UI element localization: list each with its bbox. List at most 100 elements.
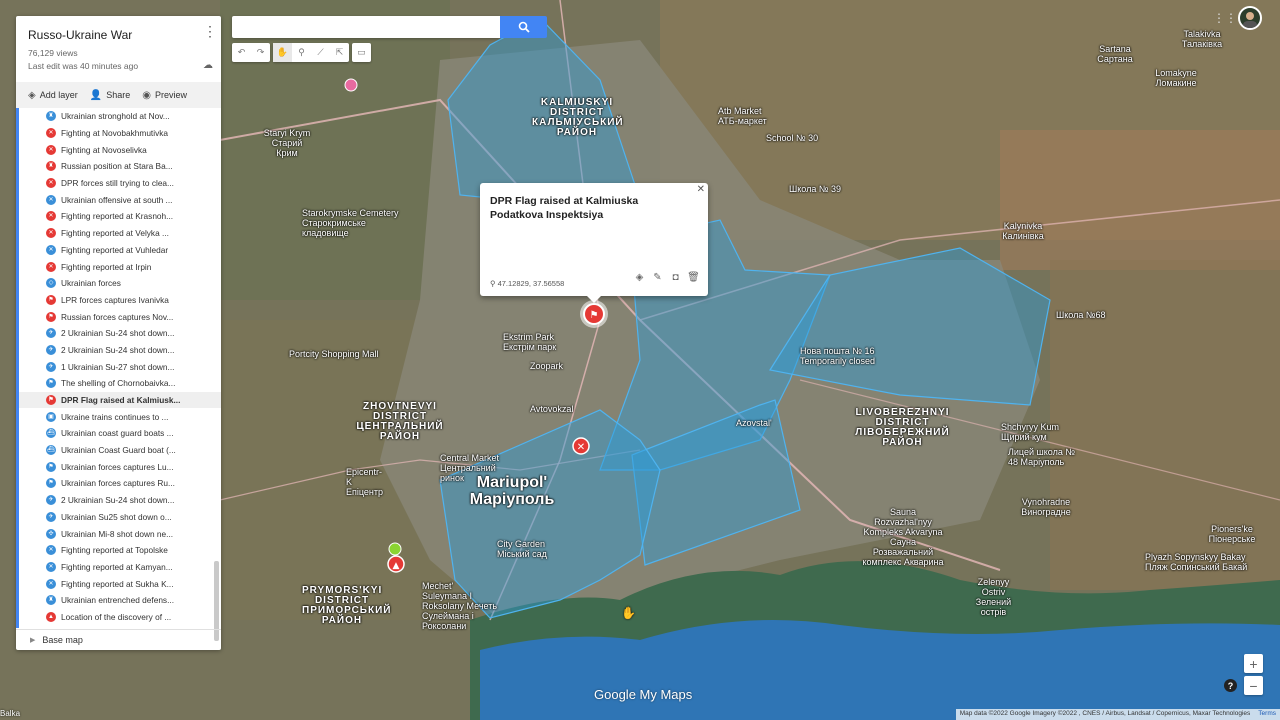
base-map-label: Base map (42, 635, 83, 645)
zoom-in-button[interactable]: + (1244, 654, 1263, 673)
town-label-balka: Balka (0, 709, 21, 718)
delete-trash-icon[interactable]: 🗑 (687, 272, 700, 283)
list-item-label: Fighting reported at Krasnoh... (61, 211, 174, 222)
plane-icon: ✈ (46, 361, 56, 372)
list-item[interactable]: ⚑ Ukrainian forces captures Ru... (19, 475, 221, 492)
add-person-icon: 👤 (89, 89, 103, 101)
list-item[interactable]: ✈ 2 Ukrainian Su-24 shot down... (19, 342, 221, 359)
town-label-talakivka: Talakivka Талаківка (1181, 29, 1223, 49)
panel-header: Russo-Ukraine War 76,129 views Last edit… (16, 16, 221, 82)
search-input[interactable] (232, 16, 500, 38)
poi-label-school-39: Школа № 39 (789, 184, 842, 194)
search-button[interactable] (500, 16, 547, 38)
pink-poi-marker[interactable] (344, 78, 358, 92)
list-item[interactable]: ⛴ Ukrainian Coast Guard boat (... (19, 442, 221, 459)
warning-icon: ▲ (46, 611, 56, 622)
list-item-label: Fighting reported at Velyka ... (61, 228, 169, 239)
list-item[interactable]: ✣ Ukrainian Mi-8 shot down ne... (19, 525, 221, 542)
add-marker-icon[interactable]: ⚲ (292, 43, 311, 62)
list-item[interactable]: ✕ Fighting reported at Irpin (19, 258, 221, 275)
add-layer-button[interactable]: ◈ Add layer (28, 90, 78, 101)
style-paint-bucket-icon[interactable]: ◈ (633, 272, 646, 283)
list-item[interactable]: ✕ Fighting reported at Kamyan... (19, 559, 221, 576)
share-button[interactable]: 👤 Share (90, 90, 130, 101)
list-item[interactable]: ▣ Ukraine trains continues to ... (19, 408, 221, 425)
list-item[interactable]: ✈ 1 Ukrainian Su-27 shot down... (19, 358, 221, 375)
edit-pencil-icon[interactable]: ✎ (651, 272, 664, 283)
info-window-pointer (586, 295, 602, 303)
flag-icon: ⚑ (46, 461, 56, 472)
list-item-label: 2 Ukrainian Su-24 shot down... (61, 328, 175, 339)
directions-icon[interactable]: ⇱ (330, 43, 349, 62)
redo-icon[interactable]: ↷ (251, 43, 270, 62)
list-item[interactable]: ✕ Fighting reported at Velyka ... (19, 225, 221, 242)
list-item[interactable]: ✈ 2 Ukrainian Su-24 shot down... (19, 492, 221, 509)
share-label: Share (106, 90, 131, 100)
crossed-swords-icon: ✕ (46, 228, 56, 239)
map-title[interactable]: Russo-Ukraine War (28, 28, 209, 42)
info-window-title: DPR Flag raised at Kalmiuska Podatkova I… (490, 195, 639, 221)
list-item[interactable]: ⚑ The shelling of Chornobaivka... (19, 375, 221, 392)
pan-hand-icon[interactable]: ✋ (273, 43, 292, 62)
list-item-label: Fighting at Novoselivka (61, 144, 147, 155)
district-label-prymorskyi: PRYMORS'KYI DISTRICT ПРИМОРСЬКИЙ РАЙОН (302, 585, 392, 626)
map-attribution: Map data ©2022 Google Imagery ©2022 , CN… (955, 709, 1280, 720)
boat-icon: ⛴ (46, 445, 56, 456)
close-icon[interactable]: ✕ (697, 184, 705, 195)
list-item[interactable]: ⚑ Ukrainian forces captures Lu... (19, 458, 221, 475)
list-item[interactable]: ♜ Russian position at Stara Ba... (19, 158, 221, 175)
preview-button[interactable]: ◉ Preview (142, 90, 187, 101)
measure-ruler-icon[interactable]: ▭ (352, 43, 371, 62)
list-item-label: 1 Ukrainian Su-27 shot down... (61, 361, 175, 372)
town-label-staryi-krym: Staryi Krym Старий Крим (263, 128, 311, 158)
list-item[interactable]: ◇ Ukrainian forces (19, 275, 221, 292)
list-item[interactable]: ✕ Fighting reported at Vuhledar (19, 242, 221, 259)
camera-icon[interactable]: ◘ (669, 272, 682, 283)
green-marker[interactable] (388, 542, 402, 556)
view-count: 76,129 views (28, 48, 78, 58)
list-item-label: Russian position at Stara Ba... (61, 161, 173, 172)
poi-label-atb-market: Atb Market АТБ-маркет (718, 106, 767, 126)
crossed-swords-icon: ✕ (46, 545, 56, 556)
flag-icon: ⚑ (46, 395, 56, 406)
svg-text:▲: ▲ (393, 561, 400, 571)
list-item[interactable]: ⚑ Russian forces captures Nov... (19, 308, 221, 325)
list-item[interactable]: ⚑ DPR Flag raised at Kalmiusk... (19, 391, 221, 409)
list-item-label: Fighting reported at Topolske (61, 545, 168, 556)
last-edit-status: Last edit was 40 minutes ago (28, 61, 139, 71)
list-item-label: The shelling of Chornobaivka... (61, 378, 176, 389)
fortress-icon: ♜ (46, 595, 56, 606)
list-item[interactable]: ⛴ Ukrainian coast guard boats ... (19, 425, 221, 442)
list-item[interactable]: ✕ Fighting at Novoselivka (19, 141, 221, 158)
layer-item-list[interactable]: ♜ Ukrainian stronghold at Nov... ✕ Fighting… (16, 108, 221, 628)
preview-label: Preview (154, 90, 187, 100)
list-item[interactable]: ✕ Fighting reported at Krasnoh... (19, 208, 221, 225)
crossed-swords-icon: ✕ (46, 244, 56, 255)
list-item[interactable]: ✕ Fighting at Novobakhmutivka (19, 125, 221, 142)
list-item[interactable]: ✕ Ukrainian offensive at south ... (19, 191, 221, 208)
poi-label-school-48: Лицей школа № 48 Маріуполь (1008, 447, 1075, 467)
boat-icon: ⛴ (46, 428, 56, 439)
list-item-label: Ukrainian Coast Guard boat (... (61, 445, 176, 456)
more-options-icon[interactable]: ⋮ (203, 24, 217, 38)
zoom-out-button[interactable]: − (1244, 676, 1263, 695)
expand-triangle-icon[interactable]: ▶ (30, 636, 35, 644)
undo-icon[interactable]: ↶ (232, 43, 251, 62)
google-my-maps-logo: Google My Maps (594, 687, 693, 702)
list-item[interactable]: ✕ DPR forces still trying to clea... (19, 175, 221, 192)
list-item[interactable]: ♜ Ukrainian entrenched defens... (19, 592, 221, 609)
list-item[interactable]: ▲ Location of the discovery of ... (19, 609, 221, 626)
poi-label-ekstrim-park: Ekstrim Park Екстрім парк (503, 332, 557, 352)
help-icon[interactable]: ? (1224, 679, 1237, 692)
list-item[interactable]: ✈ 2 Ukrainian Su-24 shot down... (19, 325, 221, 342)
draw-line-icon[interactable]: ⟋ (311, 43, 330, 62)
list-item[interactable]: ✈ Ukrainian Su25 shot down o... (19, 509, 221, 526)
terms-link[interactable]: Terms (1258, 710, 1276, 719)
base-map-layer[interactable]: ▶ Base map (16, 629, 221, 650)
list-item[interactable]: ♜ Ukrainian stronghold at Nov... (19, 108, 221, 125)
list-item[interactable]: ✕ Fighting reported at Sukha K... (19, 575, 221, 592)
list-item[interactable]: ⚑ LPR forces captures Ivanivka (19, 292, 221, 309)
district-label-livoberezhnyi: LIVOBEREZHNYI DISTRICT ЛІВОБЕРЕЖНИЙ РАЙО… (855, 407, 950, 448)
avatar[interactable] (1238, 6, 1262, 30)
list-item[interactable]: ✕ Fighting reported at Topolske (19, 542, 221, 559)
